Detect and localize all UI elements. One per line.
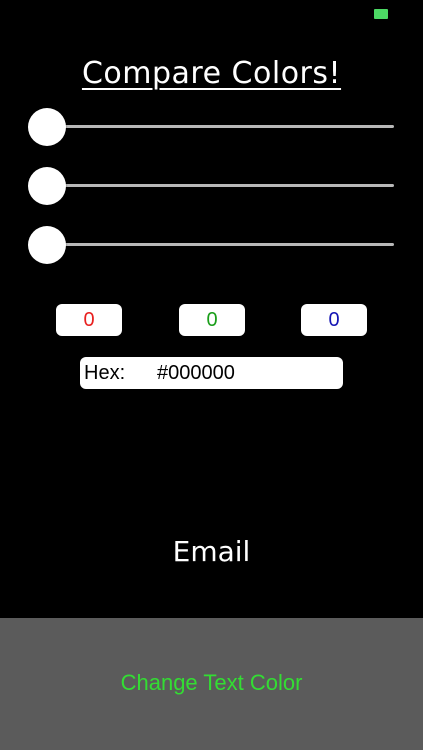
red-slider-thumb[interactable] <box>28 108 66 146</box>
bottom-bar: Change Text Color <box>0 618 423 750</box>
green-slider-track <box>46 184 394 187</box>
red-slider-track <box>46 125 394 128</box>
red-slider[interactable] <box>28 108 394 146</box>
blue-slider-thumb[interactable] <box>28 226 66 264</box>
blue-slider-track <box>46 243 394 246</box>
hex-label: Hex: <box>84 362 126 384</box>
hex-value[interactable]: #000000 <box>157 357 235 389</box>
blue-value-field[interactable]: 0 <box>301 304 367 336</box>
change-text-color-button[interactable]: Change Text Color <box>0 666 423 700</box>
email-button[interactable]: Email <box>0 530 423 574</box>
page-title: Compare Colors! <box>81 56 342 91</box>
red-value-field[interactable]: 0 <box>56 304 122 336</box>
battery-icon <box>374 9 388 19</box>
green-slider-thumb[interactable] <box>28 167 66 205</box>
hex-field[interactable]: Hex: #000000 <box>80 357 343 389</box>
green-value-field[interactable]: 0 <box>179 304 245 336</box>
green-slider[interactable] <box>28 167 394 205</box>
blue-slider[interactable] <box>28 226 394 264</box>
